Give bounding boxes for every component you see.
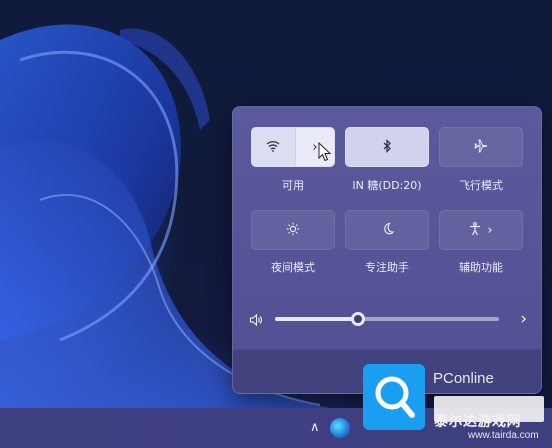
wifi-label: 可用 — [282, 179, 304, 192]
brightness-icon — [286, 222, 300, 239]
volume-slider-thumb[interactable] — [350, 312, 365, 326]
edge-browser-icon[interactable] — [330, 418, 350, 438]
volume-row: › — [249, 307, 527, 331]
bluetooth-tile[interactable] — [345, 127, 429, 167]
accessibility-label: 辅助功能 — [459, 261, 503, 274]
night-light-label: 夜间模式 — [271, 261, 315, 274]
volume-slider-fill — [275, 317, 358, 321]
airplane-mode-label: 飞行模式 — [459, 179, 503, 192]
quick-settings-flyout: › 可用 IN 糖(DD:20) 飞行模式 夜间模式 专注助手 › 辅助功能 › — [232, 106, 542, 394]
wifi-toggle[interactable] — [252, 128, 295, 166]
accessibility-icon — [469, 221, 481, 239]
chevron-right-icon: › — [312, 139, 318, 155]
airplane-icon — [474, 139, 488, 156]
chevron-right-icon: › — [487, 222, 493, 238]
moon-icon — [380, 222, 395, 239]
accessibility-tile[interactable]: › — [439, 210, 523, 250]
speaker-icon[interactable] — [249, 312, 263, 331]
volume-slider[interactable] — [275, 312, 499, 326]
night-light-tile[interactable] — [251, 210, 335, 250]
watermark-logo — [363, 364, 425, 430]
watermark-url: www.tairda.com — [468, 430, 539, 441]
bluetooth-icon — [382, 138, 392, 156]
airplane-mode-tile[interactable] — [439, 127, 523, 167]
watermark-brand: PConline — [433, 370, 494, 387]
wifi-icon — [266, 140, 280, 155]
audio-output-chevron-icon[interactable]: › — [520, 309, 527, 329]
focus-assist-label: 专注助手 — [365, 261, 409, 274]
watermark-site-name: 泰尔达游戏网 — [434, 414, 521, 430]
focus-assist-tile[interactable] — [345, 210, 429, 250]
bluetooth-label: IN 糖(DD:20) — [352, 179, 422, 192]
mouse-cursor-icon — [318, 141, 332, 166]
tray-overflow-chevron-icon[interactable]: ∧ — [310, 420, 320, 435]
